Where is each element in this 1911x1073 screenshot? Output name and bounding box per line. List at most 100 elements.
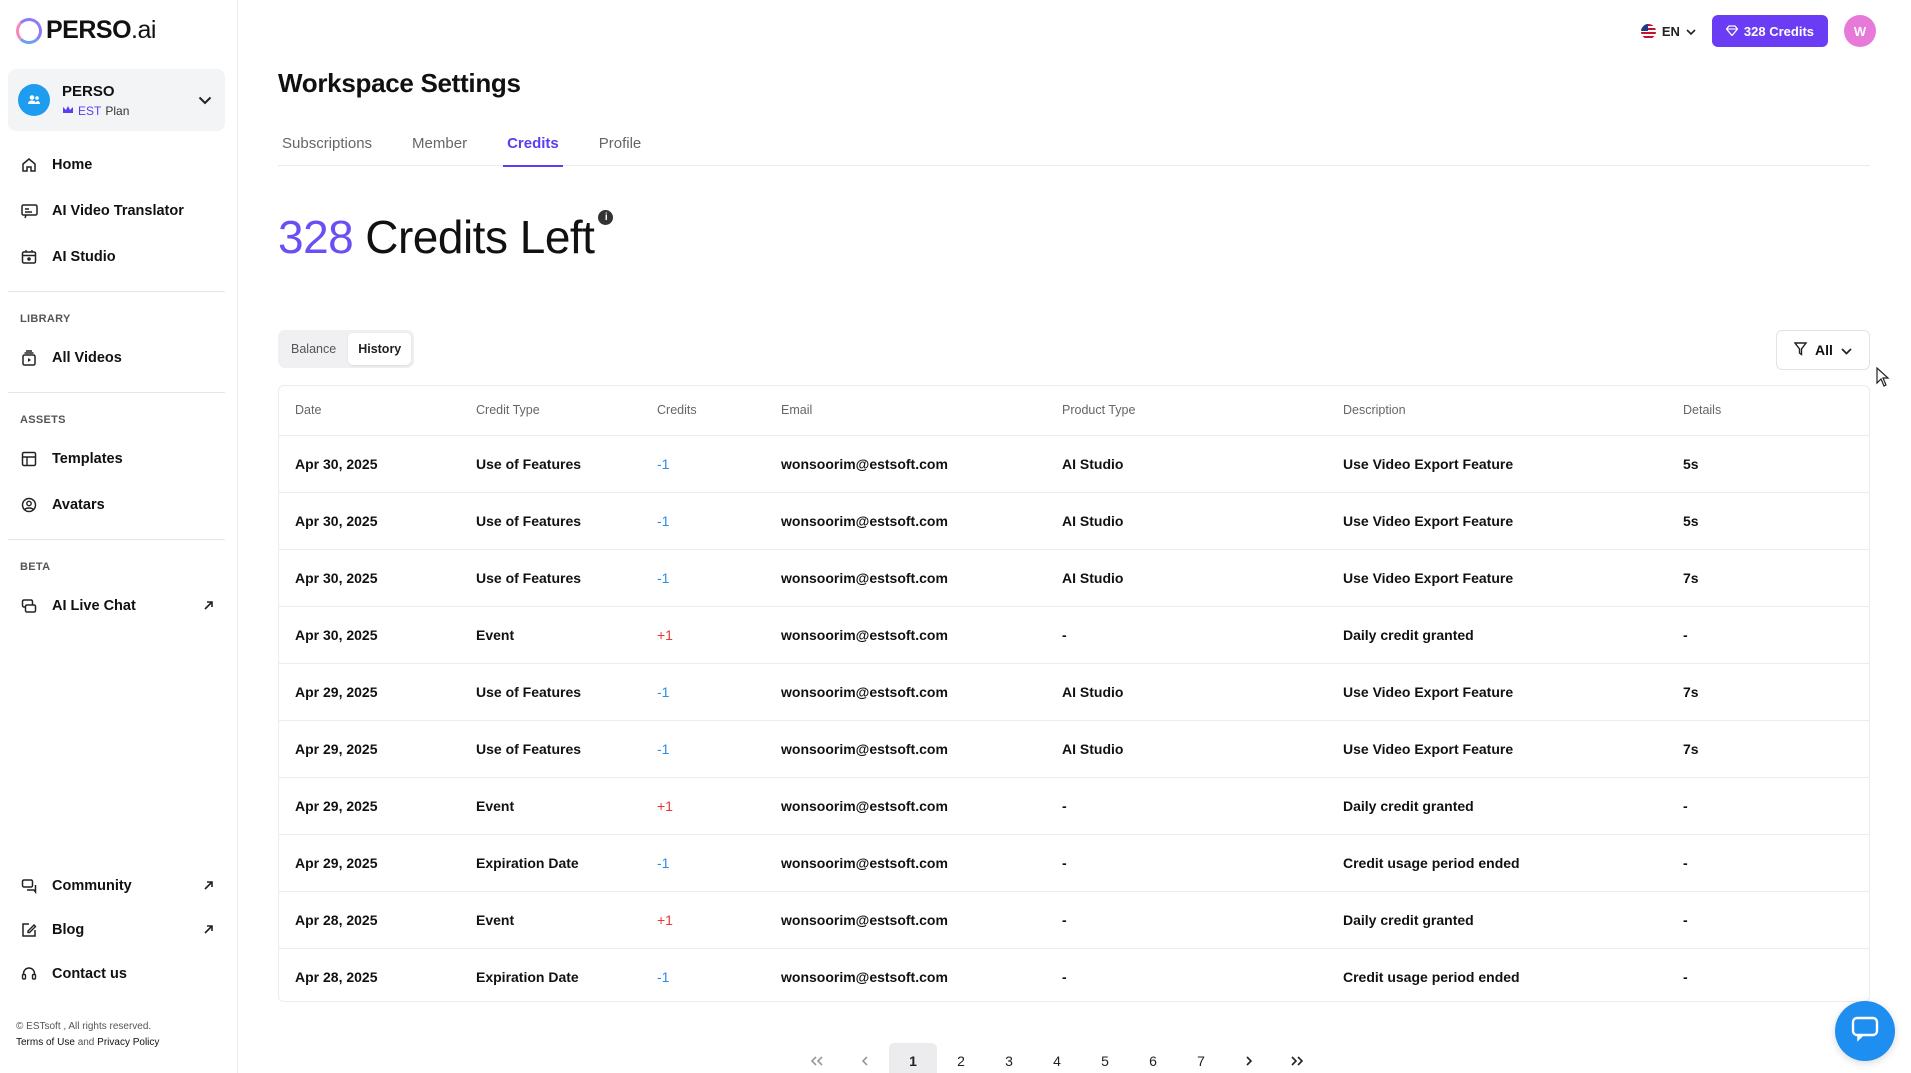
credits-button[interactable]: 328 Credits [1711,15,1828,47]
sidebar-item-all-videos[interactable]: All Videos [8,335,225,381]
tab-credits[interactable]: Credits [503,128,563,167]
sidebar-item-ai-live-chat[interactable]: AI Live Chat [8,583,225,629]
segment-history[interactable]: History [348,333,412,365]
chat-support-button[interactable] [1835,1001,1895,1061]
cell-email: wonsoorim@estsoft.com [765,720,1046,778]
page-title: Workspace Settings [278,68,521,98]
sidebar-item-avatars[interactable]: Avatars [8,482,225,528]
cell-product-type: AI Studio [1046,549,1327,607]
language-label: EN [1661,23,1680,39]
cell-email: wonsoorim@estsoft.com [765,663,1046,721]
page-button-3[interactable]: 3 [985,1043,1033,1073]
sidebar-item-contact-us[interactable]: Contact us [8,952,225,996]
mouse-cursor-icon [1876,366,1890,392]
workspace-switcher[interactable]: PERSO EST Plan [8,69,225,131]
cell-credits: -1 [641,549,765,607]
column-header-date: Date [279,386,460,436]
page-button-5[interactable]: 5 [1081,1043,1129,1073]
table-row: Apr 30, 2025 Use of Features -1 wonsoorim@e… [279,492,1869,550]
page-button-4[interactable]: 4 [1033,1043,1081,1073]
sidebar-item-ai-video-translator[interactable]: AI Video Translator [8,188,225,234]
main-nav: Home AI Video Translator AI Studio [8,142,225,280]
info-icon[interactable]: i [598,210,614,225]
cell-details: - [1683,968,1688,985]
sidebar-divider [8,539,225,540]
sidebar-footer: © ESTsoft , All rights reserved. Terms o… [16,1019,159,1051]
pagination: 1 2 3 4 5 6 7 [793,1043,1321,1073]
credits-left-text: Credits Left [365,211,595,263]
headset-icon [20,965,38,983]
filter-label: All [1815,342,1833,358]
chevron-down-icon[interactable] [195,90,215,110]
us-flag-icon [1640,23,1656,39]
studio-icon [20,248,38,266]
sidebar-item-templates[interactable]: Templates [8,436,225,482]
language-selector[interactable]: EN [1640,23,1696,39]
tab-member[interactable]: Member [408,128,471,166]
settings-tabs: Subscriptions Member Credits Profile [278,128,1870,167]
workspace-plan: EST Plan [62,104,195,118]
live-chat-icon [20,597,38,615]
cell-email: wonsoorim@estsoft.com [765,777,1046,835]
page-button-6[interactable]: 6 [1129,1043,1177,1073]
assets-nav: Templates Avatars [8,436,225,528]
sidebar-item-home[interactable]: Home [8,142,225,188]
cell-date: Apr 30, 2025 [279,435,460,493]
cell-description: Use Video Export Feature [1327,492,1667,550]
page-button-1[interactable]: 1 [889,1043,937,1073]
cell-date: Apr 28, 2025 [295,968,378,985]
column-header-product-type: Product Type [1046,386,1327,436]
table-header-row: Date Credit Type Credits Email Product T… [279,386,1869,436]
cell-details: - [1667,891,1869,949]
first-page-icon[interactable] [793,1043,841,1073]
table-row: Apr 28, 2025 Expiration Date -1 wonsoorim@e… [279,948,1869,1001]
next-page-icon[interactable] [1225,1043,1273,1073]
cell-details: - [1667,834,1869,892]
templates-icon [20,450,38,468]
cell-email: wonsoorim@estsoft.com [765,891,1046,949]
table-row: Apr 29, 2025 Expiration Date -1 wonsoorim@e… [279,834,1869,892]
logo-ring-icon [16,17,42,44]
cell-product-type: AI Studio [1046,492,1327,550]
last-page-icon[interactable] [1273,1043,1321,1073]
cell-details: 5s [1667,435,1869,493]
sidebar-item-label: All Videos [52,350,122,366]
table-row: Apr 30, 2025 Use of Features -1 wonsoorim@e… [279,549,1869,607]
cell-credits: -1 [641,720,765,778]
tab-profile[interactable]: Profile [595,128,646,166]
table-row: Apr 30, 2025 Event +1 wonsoorim@estsoft.com… [279,606,1869,664]
cell-product-type: AI Studio [1046,663,1327,721]
sidebar-divider [8,392,225,393]
cell-description: Daily credit granted [1327,891,1667,949]
page-button-7[interactable]: 7 [1177,1043,1225,1073]
chat-bubble-icon [1851,1016,1879,1047]
tab-subscriptions[interactable]: Subscriptions [278,128,376,166]
cell-product-type: AI Studio [1046,720,1327,778]
sidebar-item-blog[interactable]: Blog [8,908,225,952]
user-avatar[interactable]: W [1844,15,1876,47]
cell-email: wonsoorim@estsoft.com [765,606,1046,664]
workspace-info: PERSO EST Plan [62,83,195,118]
segment-balance[interactable]: Balance [281,333,346,365]
sidebar-item-ai-studio[interactable]: AI Studio [8,234,225,280]
page-button-2[interactable]: 2 [937,1043,985,1073]
bottom-nav: Community Blog Contact us [8,864,225,996]
cell-credits: +1 [641,891,765,949]
filter-icon [1793,341,1808,359]
cell-description: Daily credit granted [1327,777,1667,835]
prev-page-icon[interactable] [841,1043,889,1073]
logo[interactable]: PERSO.ai [16,16,156,45]
table-body: Apr 30, 2025 Use of Features -1 wonsoorim@e… [279,435,1869,1001]
cell-date: Apr 29, 2025 [279,834,460,892]
credits-button-label: 328 Credits [1743,23,1814,39]
videos-icon [20,349,38,367]
sidebar-item-label: Contact us [52,966,127,982]
sidebar-item-community[interactable]: Community [8,864,225,908]
cell-date: Apr 29, 2025 [279,663,460,721]
workspace-users-icon [18,84,50,116]
logo-text: PERSO.ai [46,16,156,44]
cell-product-type: - [1046,777,1327,835]
filter-dropdown[interactable]: All [1776,330,1870,370]
terms-link[interactable]: Terms of Use [16,1037,75,1048]
privacy-link[interactable]: Privacy Policy [97,1037,159,1048]
